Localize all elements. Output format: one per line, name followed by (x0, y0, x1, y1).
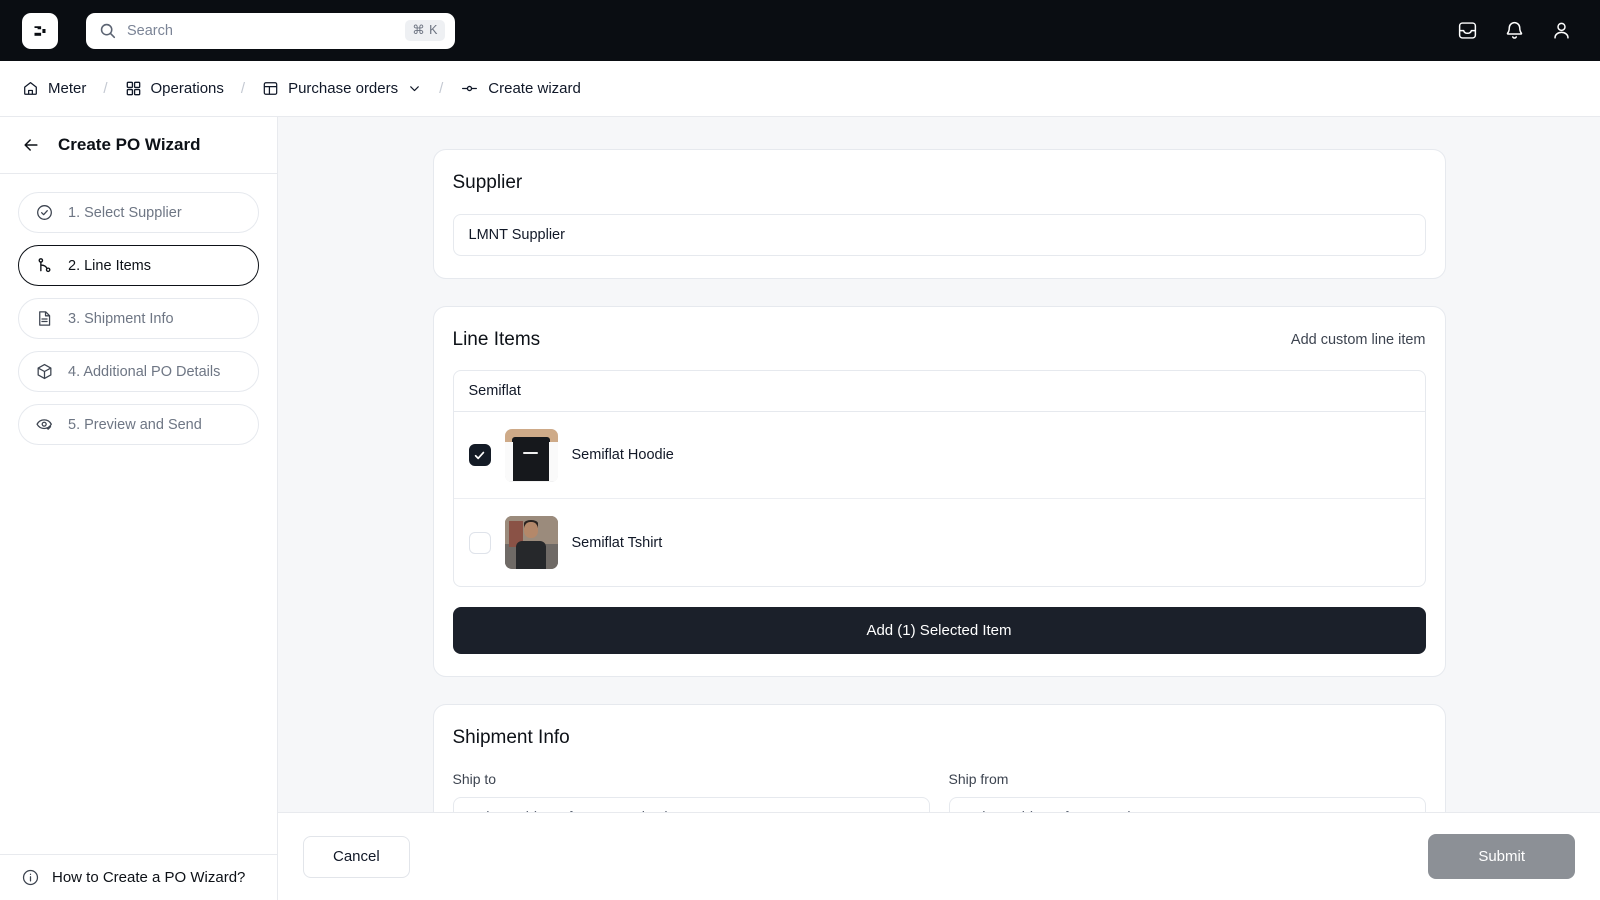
sidebar-item-additional-po-details[interactable]: 4. Additional PO Details (18, 351, 259, 392)
breadcrumb-item-operations[interactable]: Operations (125, 80, 224, 97)
breadcrumb-label: Create wizard (488, 80, 581, 97)
line-items-title: Line Items (452, 329, 541, 350)
app-logo-icon[interactable] (22, 12, 58, 49)
wizard-step-list: 1. Select Supplier 2. Line Items 3. Ship… (0, 174, 277, 445)
ship-from-label: Ship from (948, 771, 1009, 787)
box-icon (35, 362, 54, 381)
shipment-info-title: Shipment Info (452, 727, 570, 748)
supplier-value: LMNT Supplier (468, 227, 565, 243)
sidebar-help-link[interactable]: How to Create a PO Wizard? (0, 854, 277, 900)
bell-icon[interactable] (1504, 20, 1525, 41)
cancel-button[interactable]: Cancel (303, 835, 410, 878)
body-row: Create PO Wizard 1. Select Supplier 2. L… (0, 117, 1600, 900)
table-icon (262, 80, 279, 97)
line-items-header: Line Items Add custom line item (453, 329, 1426, 351)
arrow-left-icon[interactable] (21, 135, 41, 155)
sidebar-item-preview-and-send[interactable]: 5. Preview and Send (18, 404, 259, 445)
search-bar[interactable]: ⌘ K (86, 12, 455, 49)
eye-check-icon (35, 415, 54, 434)
supplier-card: Supplier LMNT Supplier (432, 149, 1446, 279)
search-input[interactable] (127, 22, 406, 39)
top-bar: ⌘ K (0, 0, 1600, 61)
sidebar-help-label: How to Create a PO Wizard? (52, 869, 246, 886)
list-item[interactable]: Semiflat Hoodie (453, 412, 1425, 499)
breadcrumb-label: Operations (150, 80, 224, 97)
main-content: Supplier LMNT Supplier Line Items Add cu… (278, 117, 1600, 900)
breadcrumb-label: Meter (48, 80, 87, 97)
list-item[interactable]: Semiflat Tshirt (454, 499, 1425, 586)
sidebar-title: Create PO Wizard (58, 135, 201, 154)
circle-check-icon (35, 203, 54, 222)
add-selected-item-button[interactable]: Add (1) Selected Item (452, 607, 1426, 654)
search-icon (99, 22, 116, 39)
sidebar-item-label: 3. Shipment Info (68, 310, 174, 327)
breadcrumb-separator: / (103, 80, 108, 97)
item-name: Semiflat Tshirt (571, 534, 663, 551)
line-items-group-label: Semiflat (468, 383, 521, 399)
home-icon (22, 80, 39, 97)
tshirt-thumbnail (504, 516, 558, 569)
app-root: ⌘ K (0, 0, 1600, 900)
breadcrumb-separator: / (240, 80, 246, 97)
item-name: Semiflat Hoodie (571, 447, 674, 463)
breadcrumb-item-create-wizard[interactable]: Create wizard (460, 79, 581, 98)
sidebar-item-label: 1. Select Supplier (68, 204, 182, 221)
hoodie-thumbnail (504, 428, 558, 482)
breadcrumb-item-purchase-orders[interactable]: Purchase orders (262, 80, 422, 97)
ship-to-label: Ship to (452, 771, 497, 787)
sidebar-item-label: 4. Additional PO Details (68, 363, 221, 380)
supplier-title: Supplier (452, 172, 523, 193)
sidebar-item-label: 5. Preview and Send (68, 416, 202, 433)
line-items-card: Line Items Add custom line item Semiflat (432, 306, 1446, 677)
sidebar-item-label: 2. Line Items (68, 257, 152, 274)
user-icon[interactable] (1551, 20, 1572, 41)
breadcrumb: Meter / Operations / Purchase orders / C… (0, 61, 1600, 117)
sidebar: Create PO Wizard 1. Select Supplier 2. L… (0, 117, 278, 900)
node-icon (460, 79, 479, 98)
line-items-group-header: Semiflat (453, 371, 1425, 412)
sidebar-item-shipment-info[interactable]: 3. Shipment Info (18, 298, 259, 339)
add-custom-line-item-button[interactable]: Add custom line item (1291, 332, 1426, 348)
item-checkbox[interactable] (468, 531, 491, 554)
inbox-icon[interactable] (1457, 20, 1478, 41)
breadcrumb-separator: / (439, 80, 444, 97)
line-items-list: Semiflat Semiflat Hoodie Semiflat Tshirt (452, 370, 1426, 587)
grid-icon (125, 80, 142, 97)
info-icon (21, 868, 40, 887)
item-checkbox[interactable] (468, 444, 491, 466)
topbar-icon-group (1457, 20, 1572, 41)
chevron-down-icon[interactable] (407, 81, 422, 96)
sidebar-header: Create PO Wizard (0, 117, 277, 174)
breadcrumb-label: Purchase orders (288, 80, 399, 97)
submit-button[interactable]: Submit (1428, 834, 1575, 879)
git-branch-icon (35, 256, 54, 275)
sidebar-item-select-supplier[interactable]: 1. Select Supplier (18, 192, 259, 233)
supplier-field[interactable]: LMNT Supplier (452, 214, 1426, 256)
main-scroll-area[interactable]: Supplier LMNT Supplier Line Items Add cu… (278, 117, 1600, 900)
breadcrumb-item-meter[interactable]: Meter (22, 80, 86, 97)
document-icon (35, 309, 54, 328)
sidebar-item-line-items[interactable]: 2. Line Items (18, 245, 259, 286)
footer-action-bar: Cancel Submit (278, 812, 1600, 900)
search-shortcut-badge: ⌘ K (405, 20, 445, 41)
